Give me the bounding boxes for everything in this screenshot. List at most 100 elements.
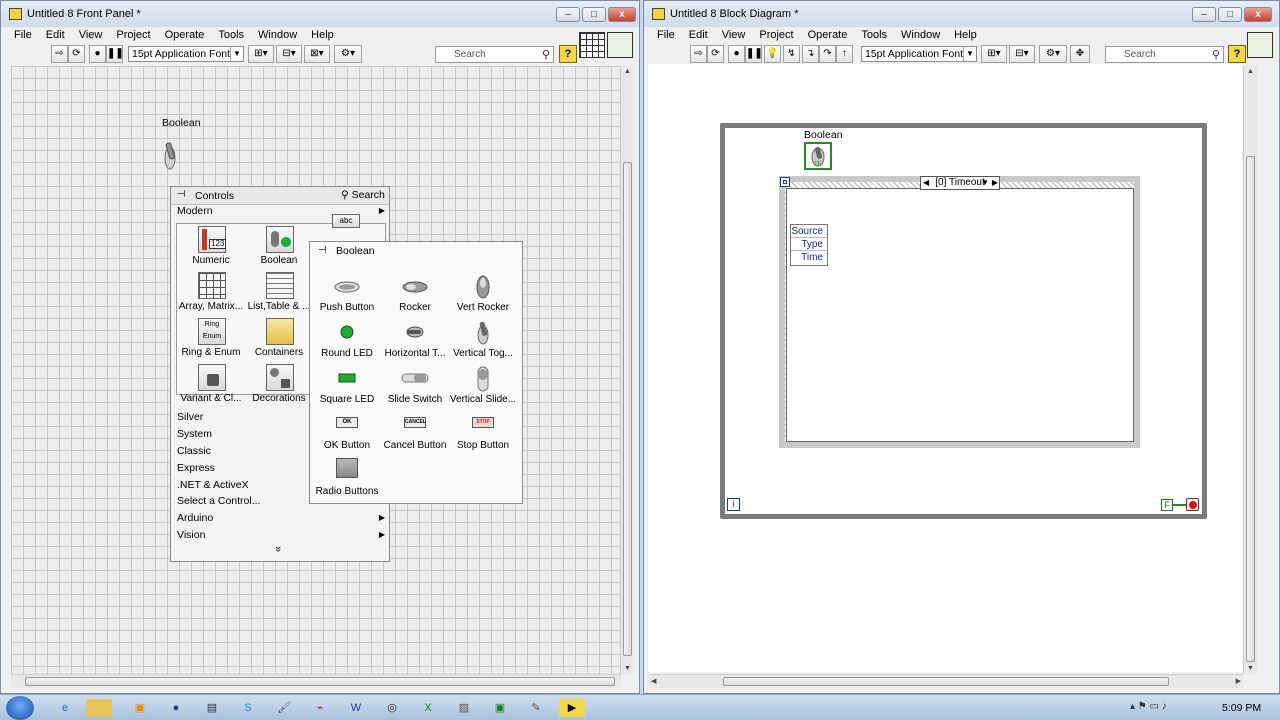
tool-icon[interactable]: ✎ (523, 699, 549, 717)
paint-icon[interactable]: 🖌 (271, 699, 297, 717)
menu-project[interactable]: Project (752, 28, 800, 44)
category-system[interactable]: System (177, 428, 212, 440)
front-panel-titlebar[interactable]: Untitled 8 Front Panel * – □ x (1, 1, 639, 27)
vi-icon[interactable] (1247, 32, 1273, 58)
search-input[interactable]: Search ⚲ (1105, 46, 1224, 63)
connector-pane-icon[interactable] (579, 32, 605, 58)
horizontal-scroll-thumb[interactable] (25, 677, 615, 686)
search-icon[interactable]: ⚲ (1212, 48, 1220, 63)
category-modern[interactable]: Modern (177, 205, 213, 217)
scroll-down-icon[interactable]: ▼ (624, 665, 631, 672)
scroll-down-icon[interactable]: ▼ (1247, 665, 1254, 672)
palette-item-string[interactable]: abc (313, 214, 381, 230)
menu-help[interactable]: Help (947, 28, 984, 44)
block-diagram-horizontal-scrollbar[interactable]: ◀ ▶ (649, 674, 1243, 688)
font-dropdown[interactable]: 15pt Application Font ▼ (861, 46, 977, 62)
menu-window[interactable]: Window (894, 28, 947, 44)
step-into-icon[interactable]: ↴ (802, 45, 819, 63)
palette-search-button[interactable]: ⚲ Search (341, 189, 385, 201)
boolean-terminal[interactable]: TF (804, 142, 832, 170)
event-case-selector[interactable]: ◀ [0] Timeout ▼ ▶ (920, 176, 1000, 190)
abort-icon[interactable]: ● (728, 45, 745, 63)
pin-icon[interactable]: ⊣ (177, 189, 186, 200)
iteration-terminal[interactable]: i (727, 498, 740, 511)
event-data-type[interactable]: Type (791, 238, 827, 251)
firefox-icon[interactable]: ● (163, 699, 189, 717)
reorder-icon[interactable]: ⚙▾ (334, 45, 362, 63)
highlight-execution-icon[interactable]: 💡 (764, 45, 781, 63)
search-input[interactable]: Search ⚲ (435, 46, 554, 63)
category-select-control[interactable]: Select a Control... (177, 495, 260, 507)
event-case-frame[interactable] (786, 188, 1134, 442)
minimize-button[interactable]: – (556, 7, 580, 22)
menu-operate[interactable]: Operate (158, 28, 212, 44)
next-case-icon[interactable]: ▶ (992, 177, 998, 189)
ie-icon[interactable]: e (52, 699, 78, 717)
align-objects-icon[interactable]: ⊞▾ (248, 45, 274, 63)
labview-app-icon[interactable]: ▨ (451, 699, 477, 717)
boolean-item-vertical-slide[interactable]: Vertical Slide... (448, 366, 518, 413)
palette-item-decorations[interactable]: Decorations (245, 362, 313, 408)
media-player-icon[interactable]: ▣ (127, 699, 153, 717)
scroll-left-icon[interactable]: ◀ (651, 677, 656, 685)
category-vision[interactable]: Vision (177, 529, 205, 541)
boolean-item-horizontal-toggle[interactable]: Horizontal T... (380, 322, 450, 367)
expand-more-icon[interactable]: » (272, 546, 284, 552)
pin-icon[interactable]: ⊣ (318, 245, 327, 256)
menu-operate[interactable]: Operate (801, 28, 855, 44)
tray-icons[interactable]: ▴ ⚑ ▭ ♪ (1130, 701, 1167, 712)
align-objects-icon[interactable]: ⊞▾ (981, 45, 1007, 63)
palette-item-array[interactable]: Array, Matrix... (177, 270, 245, 316)
chat-icon[interactable]: S (235, 699, 261, 717)
boolean-item-radio-buttons[interactable]: Radio Buttons (312, 458, 382, 503)
run-continuously-icon[interactable]: ⟳ (707, 45, 724, 63)
category-express[interactable]: Express (177, 462, 215, 474)
distribute-objects-icon[interactable]: ⊟▾ (276, 45, 302, 63)
event-data-source[interactable]: Source (791, 225, 827, 238)
close-button[interactable]: x (1244, 7, 1272, 22)
context-help-icon[interactable]: ? (559, 45, 577, 63)
boolean-toggle-control[interactable] (160, 140, 182, 174)
category-dotnet-activex[interactable]: .NET & ActiveX (177, 479, 249, 491)
vertical-scroll-thumb[interactable] (1246, 156, 1255, 662)
search-icon[interactable]: ⚲ (542, 48, 550, 63)
resize-objects-icon[interactable]: ⊠▾ (304, 45, 330, 63)
palette-item-numeric[interactable]: 123 Numeric (177, 224, 245, 270)
font-dropdown[interactable]: 15pt Application Font ▼ (128, 46, 244, 62)
boolean-item-slide-switch[interactable]: Slide Switch (380, 368, 450, 413)
block-diagram-titlebar[interactable]: Untitled 8 Block Diagram * – □ x (644, 1, 1279, 27)
run-icon[interactable]: ⇨ (51, 45, 68, 63)
run-continuously-icon[interactable]: ⟳ (68, 45, 85, 63)
boolean-item-ok-button[interactable]: OK OK Button (312, 414, 382, 459)
front-panel-horizontal-scrollbar[interactable] (11, 674, 621, 688)
menu-tools[interactable]: Tools (211, 28, 251, 44)
scroll-right-icon[interactable]: ▶ (1236, 677, 1241, 685)
palette-item-list-table[interactable]: List,Table & ... (245, 270, 313, 316)
event-timeout-terminal[interactable] (780, 177, 790, 187)
block-diagram-vertical-scrollbar[interactable]: ▲ ▼ (1243, 66, 1257, 674)
close-button[interactable]: x (608, 7, 636, 22)
step-out-icon[interactable]: ↑ (836, 45, 853, 63)
maximize-button[interactable]: □ (1218, 7, 1242, 22)
event-data-node[interactable]: Source Type Time (790, 224, 828, 266)
pause-icon[interactable]: ❚❚ (106, 45, 124, 63)
chevron-down-icon[interactable]: ▼ (981, 177, 989, 189)
boolean-item-vert-rocker[interactable]: Vert Rocker (448, 275, 518, 321)
notepad-icon[interactable]: ▤ (199, 699, 225, 717)
reorder-icon[interactable]: ⚙▾ (1039, 45, 1067, 63)
step-over-icon[interactable]: ↷ (819, 45, 836, 63)
maximize-button[interactable]: □ (582, 7, 606, 22)
start-button[interactable] (6, 696, 34, 720)
boolean-item-vertical-toggle[interactable]: Vertical Tog... (448, 321, 518, 367)
word-icon[interactable]: W (343, 699, 369, 717)
taskbar-clock[interactable]: 5:09 PM (1222, 702, 1261, 714)
menu-file[interactable]: File (650, 28, 682, 44)
retain-wire-values-icon[interactable]: ↯ (783, 45, 800, 63)
horizontal-scroll-thumb[interactable] (723, 677, 1169, 686)
stop-terminal[interactable] (1186, 498, 1199, 511)
distribute-objects-icon[interactable]: ⊟▾ (1009, 45, 1035, 63)
vi-icon[interactable] (607, 32, 633, 58)
labview-vi-icon[interactable]: ▶ (559, 699, 585, 717)
palette-item-variant-class[interactable]: Variant & Cl... (177, 362, 245, 408)
folder-icon[interactable] (86, 699, 112, 717)
